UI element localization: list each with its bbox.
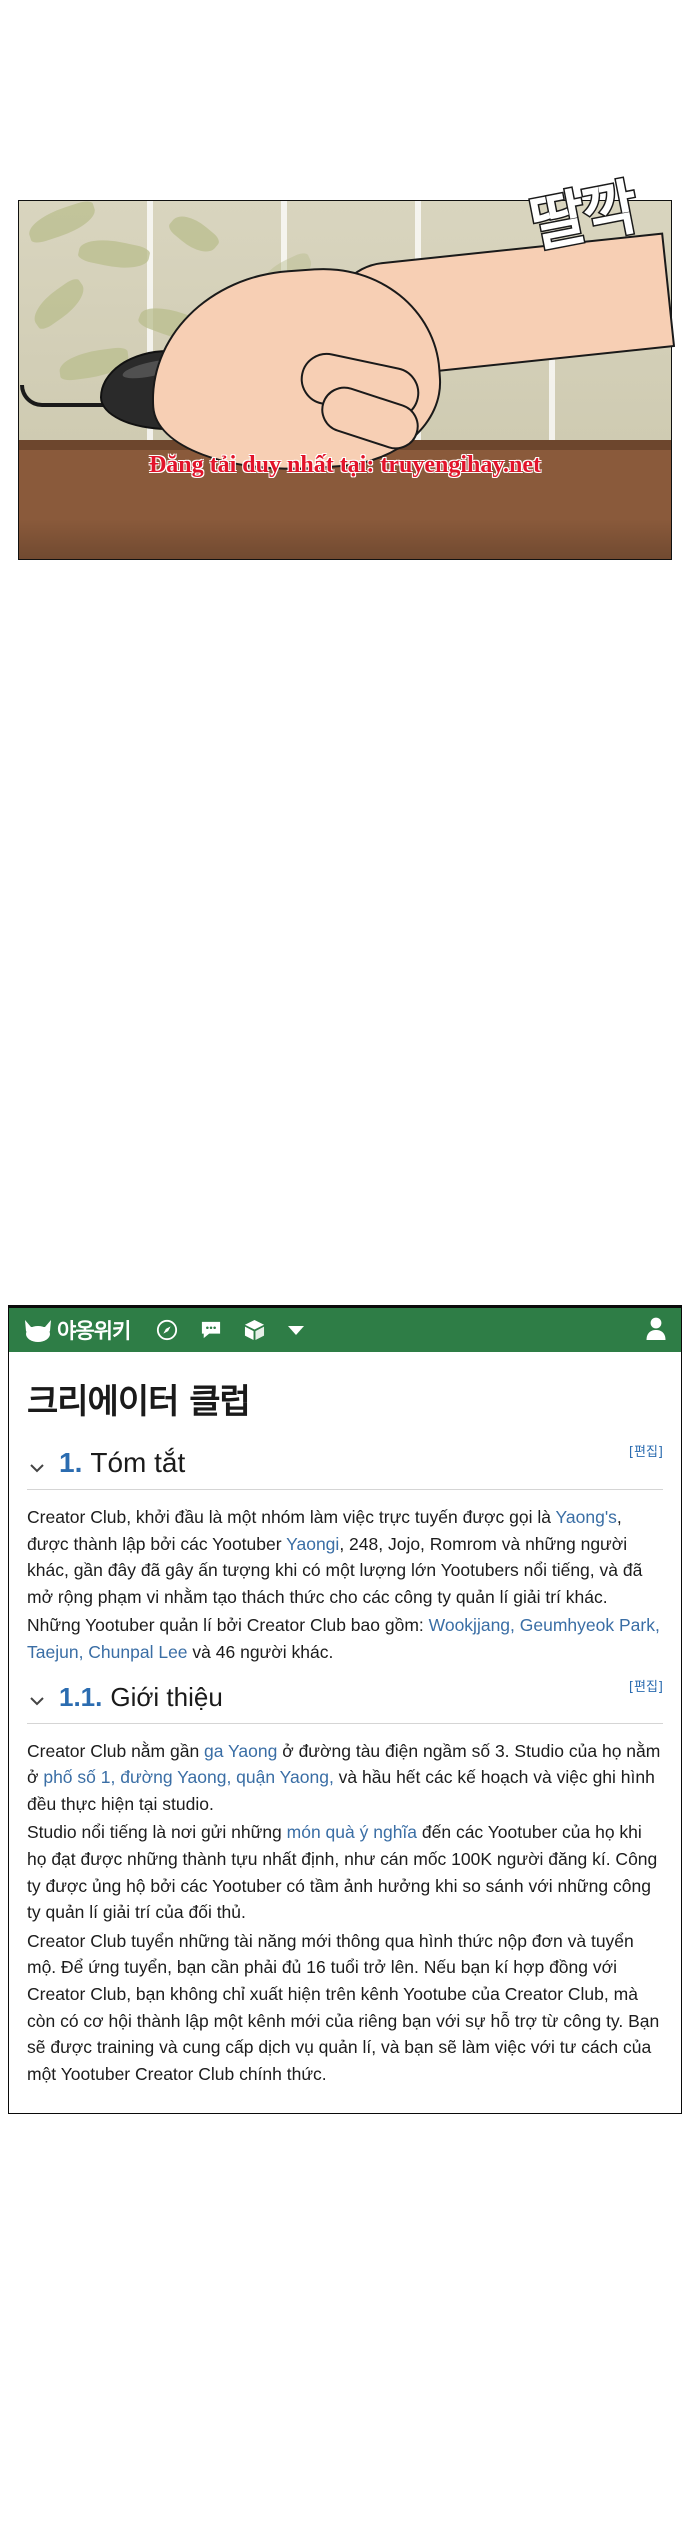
- chat-bubble-icon[interactable]: [200, 1320, 222, 1340]
- text-run: Những Yootuber quản lí bởi Creator Club …: [27, 1615, 429, 1636]
- paragraph: Những Yootuber quản lí bởi Creator Club …: [25, 1612, 665, 1665]
- text-run: Creator Club nằm gần: [27, 1740, 205, 1761]
- comic-panel: 딸깍 Đăng tải duy nhất tại: truyengihay.ne…: [0, 0, 690, 800]
- text-run: và 46 người khác.: [187, 1641, 334, 1662]
- wiki-nav-icons: [156, 1319, 305, 1342]
- cube-icon[interactable]: [244, 1319, 265, 1342]
- section-title: Tóm tắt: [90, 1447, 186, 1478]
- wiki-top-navbar: 야옹위키: [9, 1308, 681, 1352]
- section-number: 1.: [59, 1447, 83, 1478]
- text-run: Creator Club tuyển những tài năng mới th…: [27, 1930, 660, 2084]
- site-watermark: Đăng tải duy nhất tại: truyengihay.net: [148, 452, 542, 478]
- bottom-spacer: [25, 2089, 665, 2099]
- chevron-down-icon[interactable]: [27, 1453, 47, 1473]
- edit-section-link[interactable]: [편집]: [629, 1441, 663, 1460]
- wiki-link[interactable]: phố số 1, đường Yaong, quận Yaong,: [43, 1767, 333, 1787]
- section-heading-1-1[interactable]: 1.1. Giới thiệu [편집]: [25, 1668, 665, 1723]
- paragraph: Creator Club nằm gần ga Yaong ở đường tà…: [25, 1738, 665, 1818]
- section-heading-1[interactable]: 1. Tóm tắt [편집]: [25, 1433, 665, 1489]
- wiki-article-card: 야옹위키 크리에이터 클럽 1. Tóm tắt [편집] Creator Cl…: [8, 1305, 682, 2115]
- wiki-brand-name: 야옹위키: [57, 1319, 131, 1343]
- wiki-brand[interactable]: 야옹위키: [23, 1315, 131, 1345]
- wiki-link[interactable]: món quà ý nghĩa: [287, 1822, 417, 1842]
- cat-logo-icon: [23, 1318, 53, 1342]
- paragraph: Studio nổi tiếng là nơi gửi những món qu…: [25, 1819, 665, 1925]
- page-title: 크리에이터 클럽: [27, 1382, 251, 1422]
- section-title: Giới thiệu: [110, 1681, 223, 1712]
- edit-section-link[interactable]: [편집]: [629, 1676, 663, 1695]
- chevron-down-icon[interactable]: [27, 1687, 47, 1707]
- section-divider: [27, 1722, 663, 1724]
- wiki-article-body: 크리에이터 클럽 1. Tóm tắt [편집] Creator Club, k…: [9, 1352, 681, 2113]
- compass-icon[interactable]: [156, 1319, 178, 1341]
- section-number: 1.1.: [59, 1681, 103, 1712]
- chevron-down-icon[interactable]: [287, 1324, 305, 1336]
- text-run: Creator Club, khởi đầu là một nhóm làm v…: [27, 1507, 556, 1527]
- desk-shadow: [19, 519, 671, 559]
- wiki-link[interactable]: Yaongi: [286, 1534, 339, 1554]
- text-run: Studio nổi tiếng là nơi gửi những: [27, 1822, 287, 1843]
- paragraph: Creator Club, khởi đầu là một nhóm làm v…: [25, 1504, 665, 1610]
- paragraph: Creator Club tuyển những tài năng mới th…: [25, 1928, 665, 2088]
- section-divider: [27, 1489, 663, 1490]
- user-account-icon[interactable]: [645, 1316, 667, 1345]
- wiki-link[interactable]: ga Yaong: [204, 1741, 277, 1761]
- wiki-link[interactable]: Yaong's: [556, 1507, 617, 1527]
